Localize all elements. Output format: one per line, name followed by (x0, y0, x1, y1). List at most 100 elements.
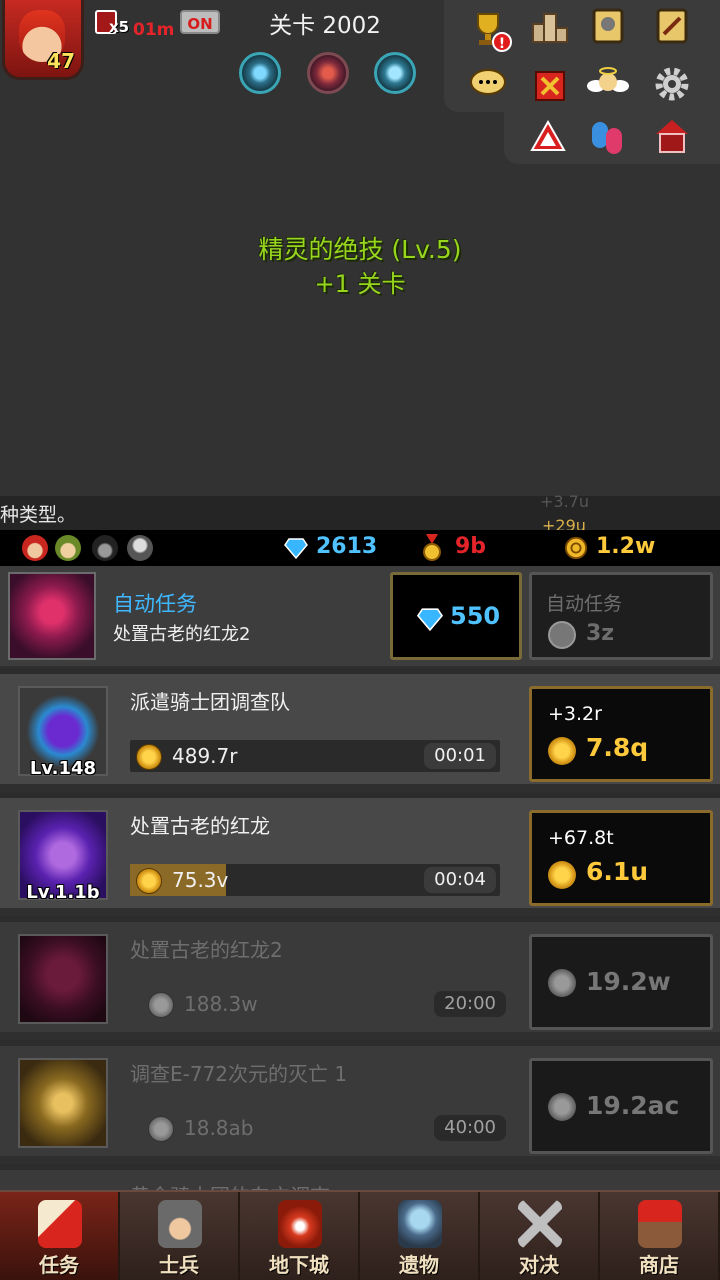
dimension-thumbnail (18, 1058, 108, 1148)
tab-soldiers[interactable]: 士兵 (120, 1192, 240, 1280)
tab-dungeon[interactable]: 地下城 (240, 1192, 360, 1280)
auto-toggle[interactable]: ON (180, 10, 220, 34)
tab-label: 地下城 (269, 1253, 329, 1277)
auto-quest-button-label: 自动任务 (546, 593, 623, 615)
gem-icon (284, 538, 308, 559)
angel-icon[interactable] (586, 62, 630, 106)
speed-multiplier[interactable]: x5 01m (95, 8, 175, 40)
skill-notification-title: 精灵的绝技 (Lv.5) (258, 235, 462, 264)
coin-icon (148, 1116, 174, 1142)
multiplier-time: 01m (133, 20, 175, 40)
hero-mini-icon[interactable] (22, 535, 48, 561)
warning-icon[interactable] (526, 114, 570, 158)
ticker-text: 种类型。 (0, 504, 77, 526)
chat-icon[interactable] (466, 62, 510, 106)
multiplier-value: x5 (109, 18, 130, 36)
medal-icon (423, 534, 441, 561)
quest-level: Lv.1.1b (26, 882, 100, 903)
quest-unlock-button[interactable]: 19.2ac (529, 1058, 713, 1154)
stage-title: 关卡 2002 (269, 13, 381, 39)
monster-icon (278, 1200, 322, 1248)
quest-row-locked: 调查E-772次元的灭亡 1 18.8ab 40:00 19.2ac (0, 1040, 720, 1156)
gold-coin-icon (564, 536, 588, 560)
quest-timer: 40:00 (434, 1115, 506, 1141)
crossed-swords-icon (518, 1200, 562, 1248)
shield-gift-icon[interactable] (528, 62, 572, 106)
quest-progress-bar: 18.8ab 40:00 (130, 1112, 506, 1144)
upgrade-cost: 6.1u (586, 857, 649, 886)
quest-row-locked: 处置古老的红龙2 188.3w 20:00 19.2w (0, 916, 720, 1032)
quest-progress-bar: 489.7r 00:01 (130, 740, 500, 772)
tab-shop[interactable]: 商店 (600, 1192, 720, 1280)
menu-panel-low (504, 112, 720, 164)
knight-book-icon[interactable] (586, 4, 630, 48)
gem-cost: 550 (450, 602, 501, 630)
game-view: 47 x5 01m ON 关卡 2002 ! 精灵的绝技 (Lv.5) +1 关… (0, 0, 720, 496)
quest-unlock-button[interactable]: 19.2w (529, 934, 713, 1030)
mailbox-icon[interactable] (650, 114, 694, 158)
auto-quest-row: 自动任务 处置古老的红龙2 550 自动任务 3z (0, 566, 720, 666)
tab-quests[interactable]: 任务 (0, 1192, 120, 1280)
quest-progress-bar: 188.3w 20:00 (130, 988, 506, 1020)
bottom-tab-bar: 任务 士兵 地下城 遗物 对决 商店 (0, 1190, 720, 1280)
quest-timer: 00:01 (424, 743, 496, 769)
gold-count: 1.2w (596, 534, 656, 559)
auto-quest-target: 处置古老的红龙2 (113, 624, 251, 645)
upgrade-gain: +67.8t (548, 827, 614, 849)
tab-duel[interactable]: 对决 (480, 1192, 600, 1280)
upgrade-cost: 7.8q (586, 733, 649, 762)
quest-title: 调查E-772次元的灭亡 1 (130, 1062, 348, 1086)
quest-level: Lv.148 (29, 758, 97, 779)
quest-row[interactable]: Lv.1.1b 处置古老的红龙 75.3v 00:04 +67.8t 6.1u (0, 792, 720, 908)
gold-coin-icon (548, 861, 576, 889)
coin-icon (548, 621, 576, 649)
alert-badge-icon: ! (492, 32, 512, 52)
archer-mini-icon[interactable] (55, 535, 81, 561)
quest-title: 处置古老的红龙2 (130, 938, 283, 962)
quest-row[interactable]: Lv.148 派遣骑士团调查队 489.7r 00:01 +3.2r 7.8q (0, 668, 720, 784)
auto-quest-gem-button[interactable]: 550 (390, 572, 522, 660)
gold-coin-icon (136, 744, 162, 770)
tab-label: 任务 (39, 1253, 79, 1277)
tab-label: 对决 (519, 1253, 559, 1277)
coin-icon (148, 992, 174, 1018)
resource-bar: 2613 9b 1.2w (0, 530, 720, 566)
hero-avatar[interactable]: 47 (2, 0, 84, 80)
quest-reward: 75.3v (172, 868, 229, 892)
settings-icon[interactable] (650, 62, 694, 106)
spirit-skill-icon[interactable] (239, 52, 281, 94)
quest-reward: 489.7r (172, 744, 238, 768)
tab-label: 商店 (639, 1253, 679, 1277)
friends-icon[interactable] (586, 114, 630, 158)
skill-notification-effect: +1 关卡 (314, 270, 406, 298)
tab-label: 士兵 (159, 1253, 199, 1277)
tab-relics[interactable]: 遗物 (360, 1192, 480, 1280)
ranking-icon[interactable] (528, 4, 572, 48)
ninja-mini-icon[interactable] (127, 535, 153, 561)
quest-timer: 00:04 (424, 867, 496, 893)
floating-gain-top: +3.7u (540, 492, 589, 511)
scroll-icon (38, 1200, 82, 1248)
trophy-icon[interactable]: ! (466, 6, 512, 52)
quest-upgrade-button[interactable]: +67.8t 6.1u (529, 810, 713, 906)
quest-timer: 20:00 (434, 991, 506, 1017)
menu-panel: ! (444, 0, 720, 112)
message-ticker: 种类型。 (0, 496, 720, 530)
gold-coin-icon (548, 737, 576, 765)
unlock-cost: 19.2ac (586, 1091, 680, 1120)
sword-book-icon[interactable] (650, 4, 694, 48)
auto-quest-coin-button[interactable]: 自动任务 3z (529, 572, 713, 660)
coin-icon (548, 969, 576, 997)
flame-skill-icon[interactable] (307, 52, 349, 94)
quest-reward: 18.8ab (184, 1116, 254, 1140)
red-dragon-thumbnail (8, 572, 96, 660)
shop-icon (638, 1200, 682, 1248)
quest-title: 派遣骑士团调查队 (130, 690, 290, 714)
knight-mini-icon[interactable] (92, 535, 118, 561)
orb-relic-icon (398, 1200, 442, 1248)
spirit-skill-icon-2[interactable] (374, 52, 416, 94)
quest-upgrade-button[interactable]: +3.2r 7.8q (529, 686, 713, 782)
auto-quest-cost: 3z (586, 621, 615, 646)
gold-coin-icon (136, 868, 162, 894)
quest-reward: 188.3w (184, 992, 258, 1016)
